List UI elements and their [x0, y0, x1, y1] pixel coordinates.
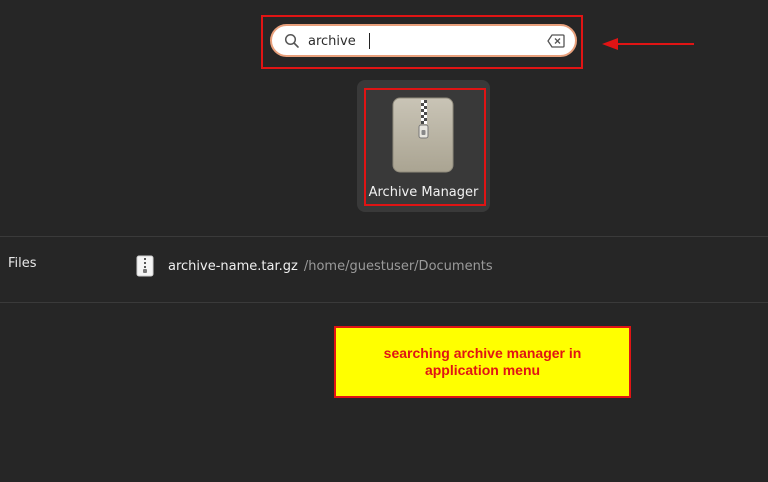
file-result-item[interactable]: archive-name.tar.gz /home/guestuser/Docu… — [136, 254, 493, 278]
text-caret — [369, 33, 370, 49]
archive-file-icon — [136, 255, 154, 277]
file-result-name: archive-name.tar.gz — [168, 258, 298, 274]
section-divider — [0, 236, 768, 237]
annotation-arrow-icon — [602, 38, 694, 50]
app-result-label: Archive Manager — [368, 185, 479, 200]
annotation-note-text: searching archive manager in application… — [383, 345, 582, 378]
section-divider — [0, 302, 768, 303]
search-icon — [284, 33, 299, 48]
file-result-path: /home/guestuser/Documents — [303, 258, 493, 274]
search-input[interactable] — [308, 31, 528, 51]
clear-text-icon[interactable] — [547, 34, 565, 48]
archive-zip-icon[interactable] — [392, 97, 454, 173]
annotation-note-box: searching archive manager in application… — [334, 326, 631, 398]
files-section-label: Files — [8, 256, 37, 271]
search-box[interactable] — [270, 24, 577, 57]
